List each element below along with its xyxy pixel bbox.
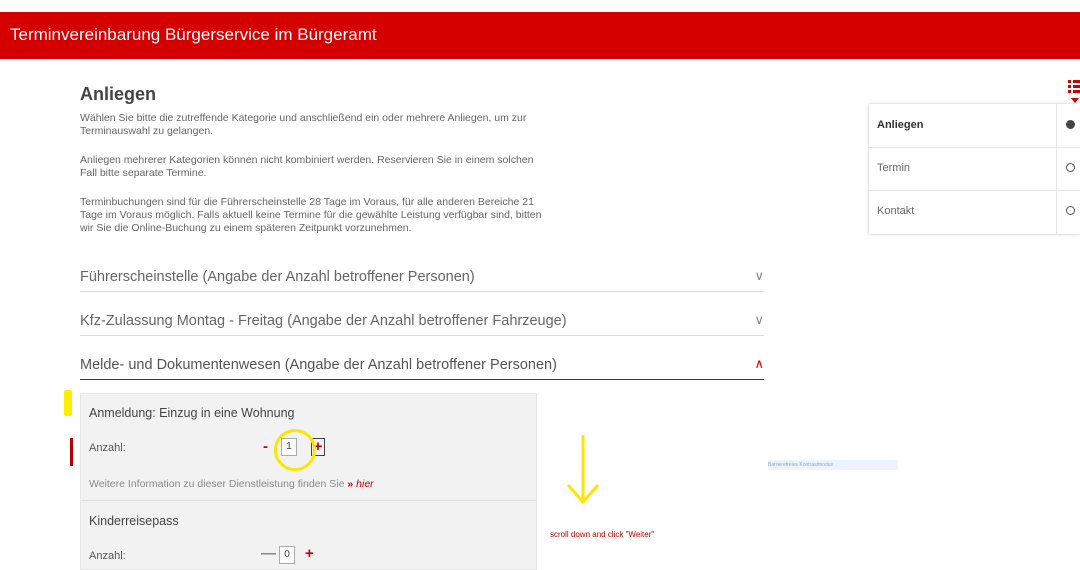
info-text: Weitere Information zu dieser Dienstleis… <box>89 478 345 490</box>
step-kontakt[interactable]: Kontakt <box>869 190 1080 233</box>
category-label: Melde- und Dokumentenwesen (Angabe der A… <box>80 357 557 373</box>
service-info-text: Weitere Information zu dieser Dienstleis… <box>89 478 374 490</box>
annotation-text: scroll down and click "Weiter" <box>550 530 655 539</box>
intro-paragraph-1: Wählen Sie bitte die zutreffende Kategor… <box>80 112 527 137</box>
page-header-title: Terminvereinbarung Bürgerservice im Bürg… <box>10 25 377 44</box>
arrow-down-icon <box>566 435 600 505</box>
faint-toggle[interactable]: Barrierefreies Kontrastmodus <box>768 460 898 470</box>
step-indicator-icon <box>1066 120 1075 129</box>
category-melde-dokumentenwesen[interactable]: Melde- und Dokumentenwesen (Angabe der A… <box>80 353 764 380</box>
main-content: Anliegen Wählen Sie bitte die zutreffend… <box>80 84 770 234</box>
decrement-button[interactable]: — <box>261 545 276 562</box>
category-label: Kfz-Zulassung Montag - Freitag (Angabe d… <box>80 313 567 329</box>
step-label: Termin <box>877 162 911 174</box>
services-panel: Anmeldung: Einzug in eine Wohnung Anzahl… <box>80 393 537 570</box>
intro-paragraph-2: Anliegen mehrerer Kategorien können nich… <box>80 154 534 179</box>
step-indicator-icon <box>1066 163 1075 172</box>
count-label: Anzahl: <box>89 442 126 454</box>
list-icon[interactable] <box>1068 80 1080 106</box>
highlight-mark <box>64 390 72 416</box>
page-title: Anliegen <box>80 84 157 104</box>
category-label: Führerscheinstelle (Angabe der Anzahl be… <box>80 269 475 285</box>
selection-indicator <box>70 438 73 466</box>
count-label: Anzahl: <box>89 550 126 562</box>
header-bar: Terminvereinbarung Bürgerservice im Bürg… <box>0 12 1080 59</box>
service-title: Anmeldung: Einzug in eine Wohnung <box>89 406 295 420</box>
chevron-up-icon[interactable]: ∧ <box>754 356 764 372</box>
info-link[interactable]: hier <box>356 478 374 490</box>
step-label: Kontakt <box>877 205 915 217</box>
intro-paragraph-3: Terminbuchungen sind für die Führerschei… <box>80 196 542 234</box>
step-label: Anliegen <box>877 119 924 131</box>
step-indicator-icon <box>1066 206 1075 215</box>
category-fuehrerscheinstelle[interactable]: Führerscheinstelle (Angabe der Anzahl be… <box>80 265 764 292</box>
double-chevron-right-icon: » <box>347 478 354 490</box>
decrement-button[interactable]: - <box>263 438 268 455</box>
step-termin[interactable]: Termin <box>869 147 1080 191</box>
increment-button[interactable]: + <box>305 545 314 562</box>
divider <box>81 500 536 501</box>
step-anliegen[interactable]: Anliegen <box>869 104 1080 148</box>
chevron-down-icon[interactable]: ∨ <box>754 312 764 328</box>
service-title: Kinderreisepass <box>89 514 179 528</box>
highlight-circle <box>274 429 316 471</box>
progress-stepper: Anliegen Termin Kontakt <box>869 104 1080 234</box>
category-kfz-zulassung[interactable]: Kfz-Zulassung Montag - Freitag (Angabe d… <box>80 309 764 336</box>
chevron-down-icon[interactable]: ∨ <box>754 268 764 284</box>
quantity-field[interactable]: 0 <box>279 546 295 564</box>
